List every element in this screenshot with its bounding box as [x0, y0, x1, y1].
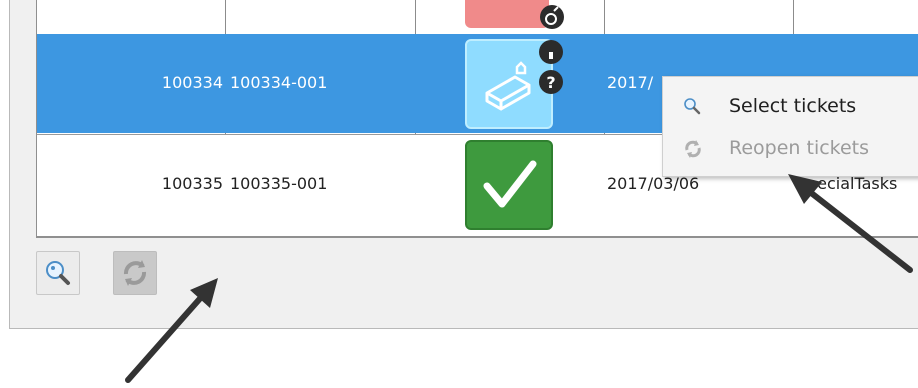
- search-tickets-button[interactable]: [36, 251, 80, 295]
- table-row[interactable]: [37, 0, 918, 34]
- ticket-date: 2017/: [607, 73, 654, 92]
- menu-item-label: Select tickets: [729, 95, 857, 117]
- search-icon: [684, 98, 701, 115]
- help-badge-icon: ?: [539, 70, 563, 94]
- status-badge-icon: [540, 5, 564, 29]
- status-tile-done: [465, 140, 553, 230]
- annotation-arrow: [125, 278, 218, 383]
- search-icon: [46, 261, 70, 285]
- ticket-code: 100335-001: [230, 174, 328, 193]
- checkmark-icon: [483, 160, 537, 208]
- ticket-id: 100335: [161, 174, 223, 193]
- ticket-id: 100334: [161, 73, 223, 92]
- menu-item-label: Reopen tickets: [729, 137, 870, 159]
- info-badge-icon: [539, 40, 563, 64]
- ticket-date: 2017/03/06: [607, 174, 700, 193]
- menu-item-select-tickets[interactable]: Select tickets: [663, 87, 918, 125]
- svg-text:?: ?: [546, 73, 555, 92]
- ticket-code: 100334-001: [230, 73, 328, 92]
- annotation-arrow: [788, 174, 913, 273]
- reopen-icon: [685, 140, 701, 158]
